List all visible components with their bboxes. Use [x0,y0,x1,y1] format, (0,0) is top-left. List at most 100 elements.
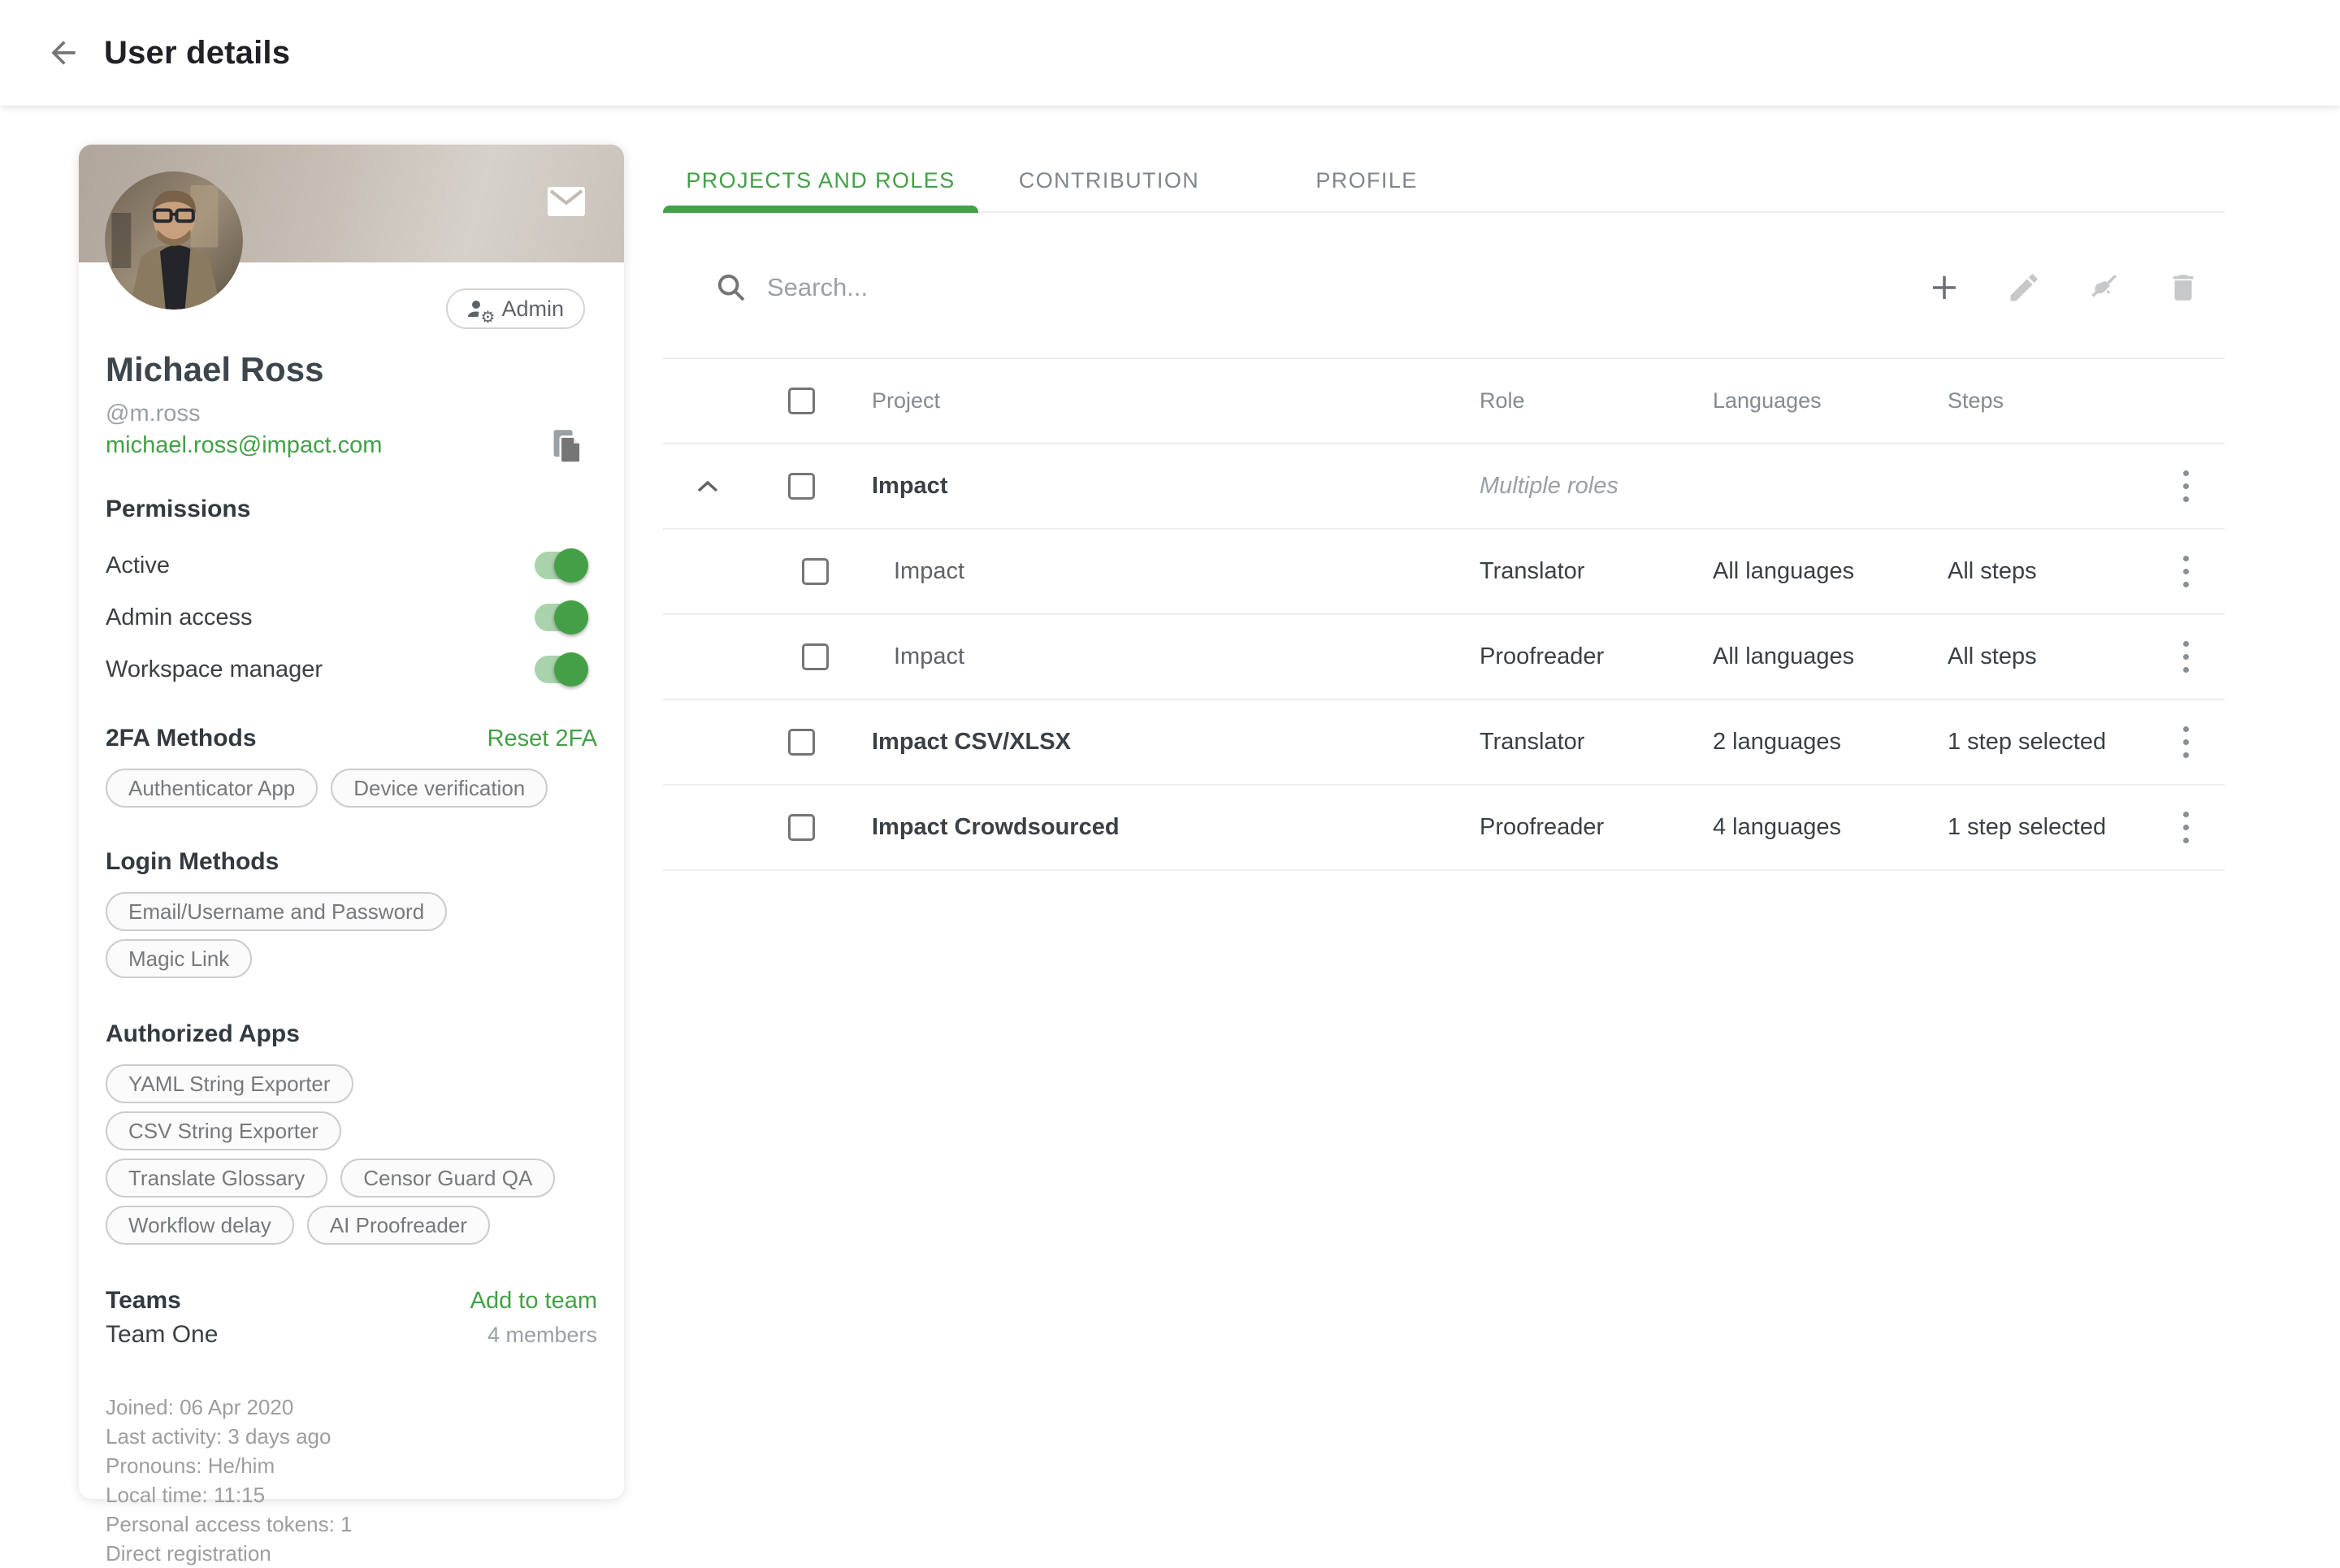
table-row-impact-csv-xlsx: Impact CSV/XLSX Translator 2 languages 1… [663,700,2225,786]
table-row-impact-group: Impact Multiple roles [663,444,2225,530]
meta-pronouns: Pronouns: He/him [106,1451,597,1480]
languages-value: 4 languages [1713,814,1841,840]
active-toggle[interactable] [535,552,585,579]
table-header-row: Project Role Languages Steps [663,359,2225,444]
login-method-chip: Email/Username and Password [106,892,447,931]
row-checkbox[interactable] [802,643,829,670]
team-row: Team One 4 members [106,1321,597,1349]
role-value: Multiple roles [1480,473,1618,499]
tab-profile[interactable]: PROFILE [1240,150,1493,211]
project-name: Impact [850,643,1480,670]
meta-local-time: Local time: 11:15 [106,1480,597,1510]
permission-label: Workspace manager [106,656,323,683]
login-method-chip: Magic Link [106,939,252,978]
permission-label: Active [106,552,170,579]
table-toolbar [663,213,2225,357]
row-menu-button[interactable] [2183,726,2189,758]
row-checkbox[interactable] [802,558,829,585]
authorized-apps-title: Authorized Apps [106,1020,597,1048]
copy-icon [551,427,583,465]
role-value: Translator [1480,729,1584,755]
arrow-left-icon [46,35,81,71]
select-all-checkbox[interactable] [788,388,815,414]
teams-section: Teams Add to team Team One 4 members [106,1287,597,1349]
user-name: Michael Ross [106,350,597,389]
search-field [715,271,1926,304]
authorized-app-chip: Translate Glossary [106,1159,327,1198]
row-checkbox[interactable] [788,729,815,756]
search-input[interactable] [767,273,1498,302]
admin-access-toggle[interactable] [535,604,585,631]
user-email-link[interactable]: michael.ross@impact.com [106,431,382,460]
delete-button[interactable] [2164,269,2202,306]
table-row-impact-crowdsourced: Impact Crowdsourced Proofreader 4 langua… [663,786,2225,871]
meta-last-activity: Last activity: 3 days ago [106,1422,597,1451]
steps-value: All steps [1948,643,2037,669]
role-value: Proofreader [1480,814,1604,840]
twofa-chip: Device verification [331,769,548,808]
authorized-app-chip: CSV String Exporter [106,1111,341,1150]
broom-icon [2086,270,2121,305]
page-title: User details [104,35,290,71]
collapse-chevron-icon[interactable] [696,479,720,494]
project-name: Impact [850,473,1480,500]
profile-banner [79,145,624,262]
authorized-app-chip: Censor Guard QA [340,1159,555,1198]
meta-registration: Direct registration [106,1539,597,1568]
clear-roles-button[interactable] [2085,269,2122,306]
permissions-section: Permissions Active Admin access Workspac… [106,496,597,695]
column-header-steps: Steps [1948,388,2004,413]
steps-value: 1 step selected [1948,729,2106,755]
user-meta-block: Joined: 06 Apr 2020 Last activity: 3 day… [106,1393,597,1568]
row-checkbox[interactable] [788,814,815,841]
projects-table: Project Role Languages Steps Impact Mult… [663,357,2225,871]
user-details-page: User details [0,0,2340,1568]
column-header-project: Project [872,388,940,413]
user-handle: @m.ross [106,400,597,427]
trash-icon [2166,271,2200,305]
add-to-team-link[interactable]: Add to team [470,1288,597,1315]
authorized-app-chip: AI Proofreader [307,1206,490,1245]
row-menu-button[interactable] [2183,470,2189,502]
meta-access-tokens: Personal access tokens: 1 [106,1510,597,1539]
back-button[interactable] [44,33,83,72]
search-icon [715,271,748,304]
tab-projects-and-roles[interactable]: PROJECTS AND ROLES [663,150,978,211]
add-button[interactable] [1926,269,1963,306]
permission-row-workspace-manager: Workspace manager [106,643,597,695]
team-name: Team One [106,1321,218,1349]
twofa-chip: Authenticator App [106,769,318,808]
row-menu-button[interactable] [2183,812,2189,843]
send-email-button[interactable] [548,187,585,216]
workspace-manager-toggle[interactable] [535,656,585,683]
copy-email-button[interactable] [551,427,583,465]
languages-value: All languages [1713,643,1854,669]
column-header-languages: Languages [1713,388,1822,413]
permissions-title: Permissions [106,496,597,523]
row-menu-button[interactable] [2183,641,2189,673]
languages-value: All languages [1713,558,1854,584]
languages-value: 2 languages [1713,729,1841,755]
role-value: Proofreader [1480,643,1604,669]
role-value: Translator [1480,558,1584,584]
twofa-section: 2FA Methods Reset 2FA Authenticator App … [106,725,597,808]
permission-row-admin-access: Admin access [106,591,597,643]
table-row-impact-translator: Impact Translator All languages All step… [663,530,2225,615]
edit-button[interactable] [2005,269,2043,306]
top-bar: User details [0,0,2340,106]
steps-value: All steps [1948,558,2037,584]
login-methods-title: Login Methods [106,848,597,876]
steps-value: 1 step selected [1948,814,2106,840]
avatar [105,171,243,310]
twofa-title: 2FA Methods [106,725,257,752]
row-menu-button[interactable] [2183,556,2189,587]
tab-contribution[interactable]: CONTRIBUTION [978,150,1240,211]
user-card-body: ⚙ Admin Michael Ross @m.ross michael.ros… [79,262,624,1568]
row-checkbox[interactable] [788,473,815,500]
tab-bar: PROJECTS AND ROLES CONTRIBUTION PROFILE [663,150,2225,213]
table-row-impact-proofreader: Impact Proofreader All languages All ste… [663,615,2225,700]
reset-2fa-link[interactable]: Reset 2FA [488,726,597,752]
permission-label: Admin access [106,604,253,631]
user-card: ⚙ Admin Michael Ross @m.ross michael.ros… [79,145,624,1499]
column-header-role: Role [1480,388,1525,413]
